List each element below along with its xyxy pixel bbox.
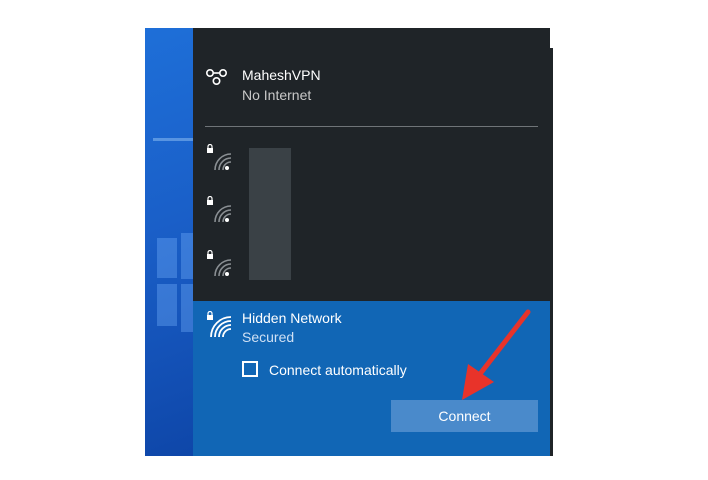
flyout-top-edge <box>193 28 550 48</box>
vpn-name: MaheshVPN <box>242 67 321 83</box>
wifi-locked-icon <box>205 143 233 172</box>
vpn-status: No Internet <box>242 87 312 103</box>
network-status: Secured <box>242 329 295 345</box>
wifi-locked-icon <box>205 249 233 278</box>
connect-automatically-label[interactable]: Connect automatically <box>269 362 407 378</box>
divider <box>205 126 538 127</box>
network-name: Hidden Network <box>242 310 342 326</box>
redacted-network-names <box>249 148 291 280</box>
wifi-locked-icon <box>205 195 233 224</box>
connect-automatically-checkbox[interactable] <box>242 361 258 377</box>
windows-logo-pane <box>157 238 177 278</box>
vpn-icon <box>205 68 231 86</box>
wifi-locked-icon <box>205 310 233 339</box>
windows-logo-pane <box>157 284 177 326</box>
vpn-connection-item[interactable]: MaheshVPN No Internet <box>193 48 550 126</box>
annotation-arrow-icon <box>462 309 531 400</box>
